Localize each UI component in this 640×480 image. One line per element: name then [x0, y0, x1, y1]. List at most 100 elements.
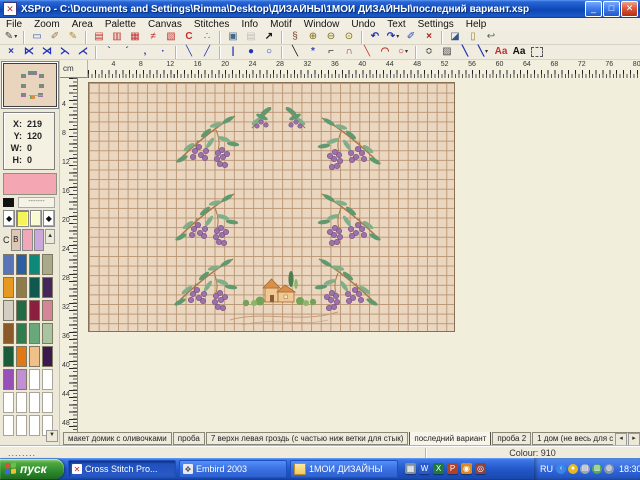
color-mode-alt[interactable] — [30, 210, 42, 227]
revert-file-button[interactable]: ↩ — [482, 30, 500, 45]
palette-scroll-up[interactable]: ▲ — [45, 229, 55, 244]
scatter-stitches-button[interactable]: ∴ — [198, 30, 216, 45]
thread-swatch[interactable] — [29, 392, 40, 413]
undo-button[interactable]: ↶ — [366, 30, 384, 45]
knot-tool-button[interactable]: ≎ — [420, 45, 438, 60]
lazy-daisy-button[interactable]: * — [304, 45, 322, 60]
full-cross-stitch-button[interactable]: × — [2, 45, 20, 60]
menu-window[interactable]: Window — [298, 19, 346, 30]
thread-swatch[interactable] — [3, 254, 14, 275]
circle-tool-button[interactable]: ○▾ — [394, 45, 412, 60]
thread-swatch[interactable] — [16, 415, 27, 436]
app-orange-icon[interactable]: ◉ — [461, 463, 472, 474]
zoom-out-button[interactable]: ⊖ — [322, 30, 340, 45]
copy-motif-button[interactable]: ▥ — [108, 30, 126, 45]
tray-misc-icon[interactable]: ◍ — [604, 464, 614, 474]
thread-swatch[interactable] — [3, 277, 14, 298]
pen-tool-button[interactable]: ✐ — [402, 30, 420, 45]
menu-info[interactable]: Info — [235, 19, 264, 30]
thread-skein-button[interactable]: § — [286, 30, 304, 45]
app-red-icon[interactable]: P — [447, 463, 458, 474]
thread-swatch[interactable] — [42, 277, 53, 298]
print-button[interactable]: ▤ — [242, 30, 260, 45]
marker-diamond-left[interactable]: ◆ — [3, 210, 15, 227]
design-tab[interactable]: макет домик с оливочками — [63, 432, 172, 445]
tab-scroll-right[interactable]: ▸ — [628, 433, 640, 446]
quarter-stitch-nw-button[interactable]: ` — [100, 45, 118, 60]
thread-swatch[interactable] — [16, 323, 27, 344]
thread-swatch[interactable] — [42, 323, 53, 344]
palette-swatch-pink[interactable] — [22, 229, 33, 251]
taskbar-task-2[interactable]: ❖Embird 2003 — [179, 460, 287, 478]
edit-points-button[interactable]: ✎ — [64, 30, 82, 45]
straight-stitch-red-button[interactable]: ╲ — [358, 45, 376, 60]
thread-swatch[interactable] — [29, 415, 40, 436]
black-color-button[interactable] — [3, 198, 14, 207]
thread-swatch[interactable] — [3, 369, 14, 390]
save-design-button[interactable]: ◪ — [446, 30, 464, 45]
menu-zoom[interactable]: Zoom — [28, 19, 66, 30]
thread-swatch[interactable] — [42, 392, 53, 413]
exclude-area-button[interactable]: ≠ — [144, 30, 162, 45]
half-stitch-fwd-button[interactable]: ╱ — [198, 45, 216, 60]
thread-swatch[interactable] — [3, 300, 14, 321]
curve-tool-button[interactable]: ◠ — [376, 45, 394, 60]
pencil-tool-button[interactable]: ✎▾ — [2, 30, 20, 45]
rotate-motif-button[interactable]: C — [180, 30, 198, 45]
word-icon[interactable]: W — [419, 463, 430, 474]
page-setup-button[interactable]: ▯ — [464, 30, 482, 45]
excel-icon[interactable]: X — [433, 463, 444, 474]
thread-swatch[interactable] — [3, 415, 14, 436]
thread-swatch[interactable] — [42, 346, 53, 367]
couching-stitch-button[interactable]: ∩ — [340, 45, 358, 60]
thread-swatch[interactable] — [29, 300, 40, 321]
menu-stitches[interactable]: Stitches — [188, 19, 236, 30]
pattern-fill-button[interactable]: ▨ — [438, 45, 456, 60]
language-chevron-icon[interactable]: ‹ — [556, 464, 566, 474]
thread-swatch[interactable] — [16, 277, 27, 298]
thread-swatch[interactable] — [16, 369, 27, 390]
freehand-select-button[interactable]: ✐ — [46, 30, 64, 45]
quarter-stitch-sw-button[interactable]: , — [136, 45, 154, 60]
menu-help[interactable]: Help — [460, 19, 493, 30]
thread-swatch[interactable] — [29, 254, 40, 275]
tray-doc-icon[interactable]: ▤ — [580, 464, 590, 474]
thread-swatch[interactable] — [29, 346, 40, 367]
thread-swatch[interactable] — [29, 277, 40, 298]
three-quarter-ne-button[interactable]: ⋉ — [20, 45, 38, 60]
cut-motif-button[interactable]: ▤ — [90, 30, 108, 45]
design-tab[interactable]: последний вариант — [409, 432, 491, 446]
design-canvas[interactable] — [78, 78, 640, 432]
pointer-arrow-button[interactable]: ↗ — [260, 30, 278, 45]
thread-swatch[interactable] — [3, 346, 14, 367]
menu-palette[interactable]: Palette — [99, 19, 142, 30]
color-mode-selected[interactable] — [16, 210, 28, 227]
menu-text[interactable]: Text — [381, 19, 411, 30]
menu-file[interactable]: File — [0, 19, 28, 30]
half-cross-b-button[interactable]: ⋌ — [74, 45, 92, 60]
menu-area[interactable]: Area — [66, 19, 99, 30]
thread-swatch[interactable] — [16, 346, 27, 367]
design-tab[interactable]: 7 верхн левая гроздь (с частью ниж ветки… — [206, 432, 409, 445]
thread-swatch[interactable] — [3, 323, 14, 344]
system-tool-icon[interactable]: ▦ — [405, 463, 416, 474]
thread-swatch[interactable] — [16, 392, 27, 413]
delete-stitch-button[interactable]: × — [420, 30, 438, 45]
tab-scroll-left[interactable]: ◂ — [615, 433, 627, 446]
design-tab[interactable]: проба 2 — [492, 432, 531, 445]
design-preview-thumbnail[interactable] — [3, 63, 57, 107]
long-stitch-angle-button[interactable]: ╲▾ — [474, 45, 492, 60]
taskbar-task-1[interactable]: ✕Cross Stitch Pro... — [68, 460, 176, 478]
selection-box-button[interactable] — [528, 45, 546, 60]
half-stitch-back-button[interactable]: ╲ — [180, 45, 198, 60]
start-button[interactable]: пуск — [0, 459, 64, 479]
menu-settings[interactable]: Settings — [412, 19, 460, 30]
backstitch-button[interactable]: ╲ — [286, 45, 304, 60]
thread-swatch[interactable] — [16, 254, 27, 275]
quarter-stitch-ne-button[interactable]: ´ — [118, 45, 136, 60]
thread-swatch[interactable] — [29, 323, 40, 344]
three-quarter-nw-button[interactable]: ⋊ — [38, 45, 56, 60]
zoom-in-button[interactable]: ⊕ — [304, 30, 322, 45]
menu-undo[interactable]: Undo — [345, 19, 381, 30]
tray-green-icon[interactable]: ▥ — [592, 464, 602, 474]
